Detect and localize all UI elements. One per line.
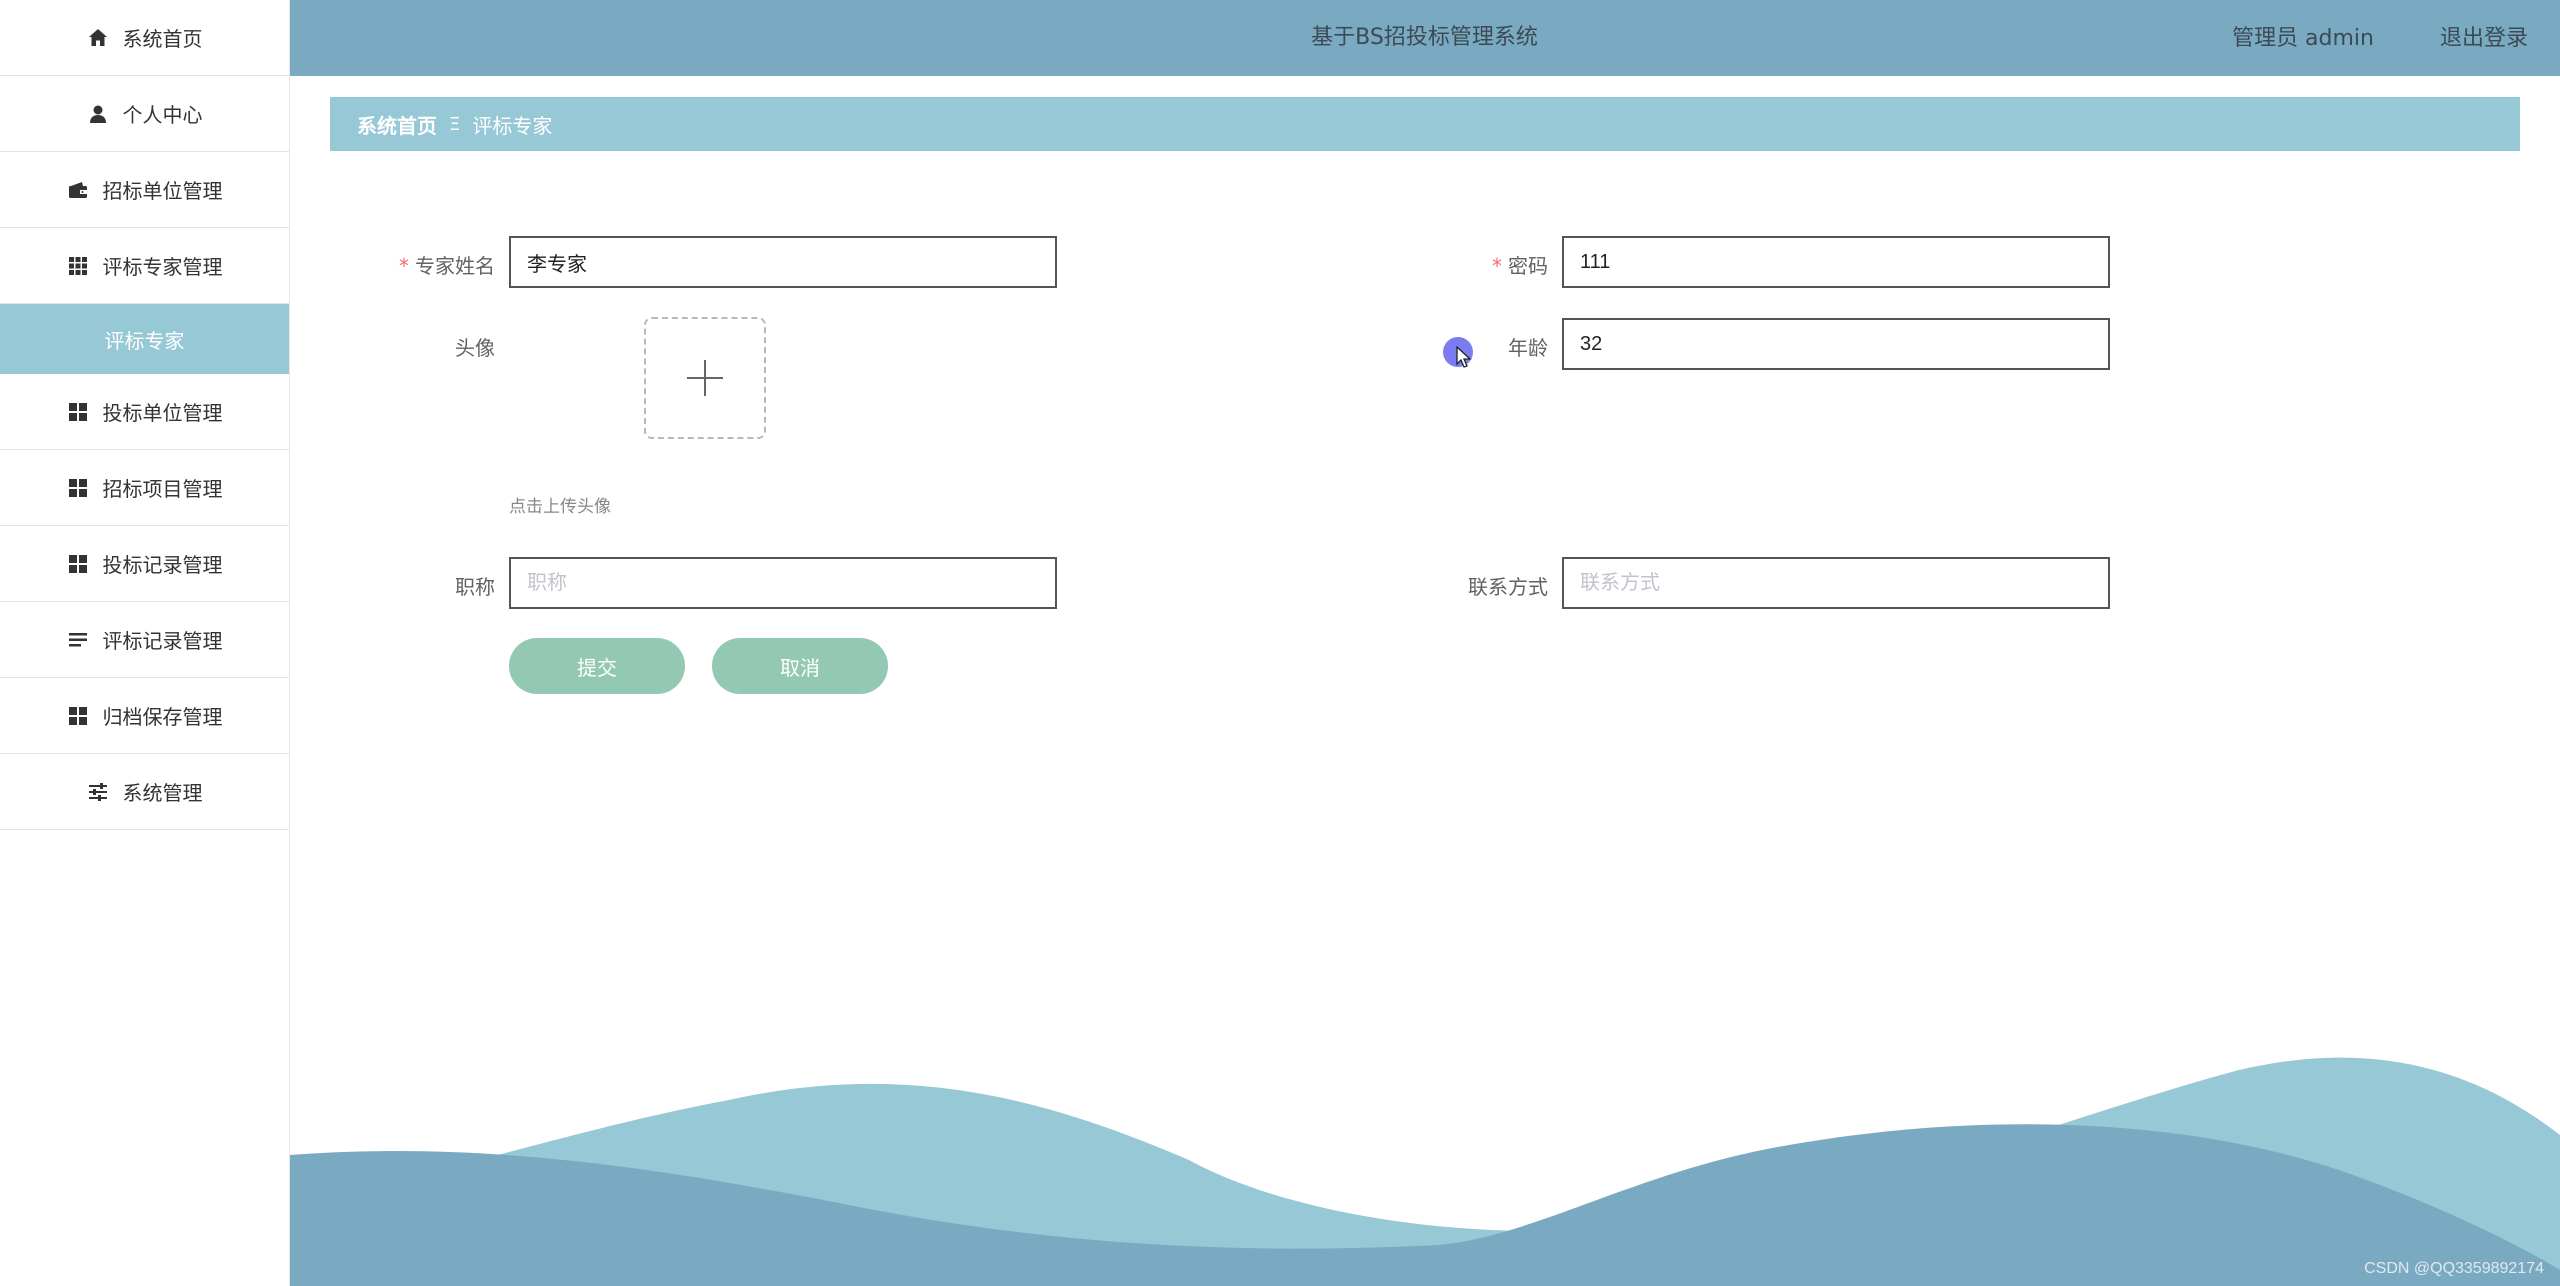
password-label: * 密码 [1492, 250, 1548, 279]
sliders-icon [87, 781, 109, 803]
sidebar-item-bid-record[interactable]: 投标记录管理 [0, 526, 289, 602]
sidebar-item-tender-unit[interactable]: 招标单位管理 [0, 152, 289, 228]
sidebar-item-label: 招标项目管理 [102, 477, 223, 501]
age-input[interactable] [1562, 318, 2110, 370]
sidebar-item-evaluation-record[interactable]: 评标记录管理 [0, 602, 289, 678]
name-input[interactable] [509, 236, 1057, 288]
submit-button[interactable]: 提交 [509, 638, 685, 694]
sidebar-item-bidder-unit[interactable]: 投标单位管理 [0, 374, 289, 450]
sidebar-subitem-expert[interactable]: 评标专家 [0, 304, 289, 374]
wallet-icon [67, 179, 89, 201]
cancel-button[interactable]: 取消 [712, 638, 888, 694]
sidebar-item-label: 评标专家 [104, 328, 185, 353]
sidebar-item-home[interactable]: 系统首页 [0, 0, 289, 76]
sidebar-item-label: 评标记录管理 [102, 629, 223, 653]
user-icon [87, 103, 109, 125]
topbar: 基于BS招投标管理系统 管理员 admin 退出登录 [289, 0, 2560, 76]
title-input[interactable] [509, 557, 1057, 609]
home-icon [87, 27, 109, 49]
required-mark: * [399, 254, 409, 278]
mouse-cursor-icon [1456, 346, 1472, 368]
sidebar-item-label: 招标单位管理 [102, 179, 223, 203]
plus-icon [687, 360, 723, 396]
breadcrumb-separator: Ξ [449, 113, 461, 135]
breadcrumb: 系统首页 Ξ 评标专家 [330, 97, 2520, 151]
avatar-uploader[interactable] [644, 317, 766, 439]
contact-label: 联系方式 [1468, 575, 1548, 599]
sidebar-item-label: 归档保存管理 [102, 705, 223, 729]
sidebar: 系统首页 个人中心 招标单位管理 评标专家管理 评标专家 投标单位管理 招标项目… [0, 0, 290, 1286]
name-label: * 专家姓名 [399, 250, 495, 279]
age-label: 年龄 [1508, 336, 1548, 360]
sidebar-item-label: 投标单位管理 [102, 401, 223, 425]
contact-input[interactable] [1562, 557, 2110, 609]
sidebar-item-archive[interactable]: 归档保存管理 [0, 678, 289, 754]
current-user: 管理员 admin [2232, 26, 2374, 51]
required-mark: * [1492, 254, 1502, 278]
tiles-icon [67, 477, 89, 499]
grid-icon [67, 255, 89, 277]
decorative-waves [289, 1057, 2560, 1286]
app-root: 系统首页 个人中心 招标单位管理 评标专家管理 评标专家 投标单位管理 招标项目… [0, 0, 2560, 1286]
sidebar-item-label: 系统管理 [122, 781, 203, 805]
sidebar-item-tender-project[interactable]: 招标项目管理 [0, 450, 289, 526]
watermark: CSDN @QQ3359892174 [2364, 1260, 2544, 1277]
sidebar-item-expert-mgmt[interactable]: 评标专家管理 [0, 228, 289, 304]
breadcrumb-home[interactable]: 系统首页 [357, 110, 437, 139]
name-label-text: 专家姓名 [415, 254, 495, 278]
app-title: 基于BS招投标管理系统 [1311, 25, 1538, 50]
logout-link[interactable]: 退出登录 [2440, 20, 2528, 52]
avatar-upload-tip: 点击上传头像 [509, 497, 611, 517]
tiles-icon [67, 401, 89, 423]
title-label: 职称 [455, 575, 495, 599]
sidebar-item-profile[interactable]: 个人中心 [0, 76, 289, 152]
avatar-label: 头像 [455, 336, 495, 360]
breadcrumb-current: 评标专家 [472, 113, 553, 138]
sidebar-item-label: 系统首页 [122, 27, 203, 51]
tiles-icon [67, 705, 89, 727]
sidebar-item-label: 个人中心 [122, 103, 203, 127]
password-input[interactable] [1562, 236, 2110, 288]
sidebar-item-label: 投标记录管理 [102, 553, 223, 577]
tiles-icon [67, 553, 89, 575]
list-icon [67, 629, 89, 651]
sidebar-item-label: 评标专家管理 [102, 255, 223, 279]
password-label-text: 密码 [1508, 254, 1548, 278]
sidebar-item-system[interactable]: 系统管理 [0, 754, 289, 830]
